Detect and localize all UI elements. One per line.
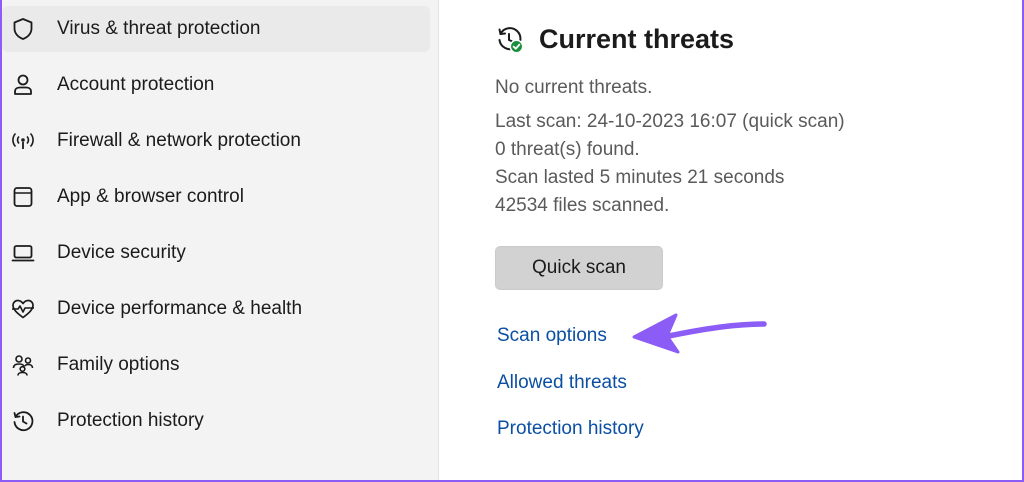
quick-scan-button[interactable]: Quick scan bbox=[495, 246, 663, 290]
scan-duration: Scan lasted 5 minutes 21 seconds bbox=[495, 167, 785, 188]
page-title: Current threats bbox=[539, 24, 735, 54]
scan-history-check-icon bbox=[495, 25, 525, 55]
threats-found-count: 0 threat(s) found. bbox=[495, 139, 640, 160]
allowed-threats-link[interactable]: Allowed threats bbox=[497, 372, 627, 394]
sidebar-item-account-protection[interactable]: Account protection bbox=[2, 62, 430, 108]
sidebar-item-label: Device security bbox=[57, 242, 186, 263]
sidebar-item-firewall-network-protection[interactable]: Firewall & network protection bbox=[2, 118, 430, 164]
threat-status: No current threats. bbox=[495, 77, 653, 98]
last-scan-info: Last scan: 24-10-2023 16:07 (quick scan) bbox=[495, 111, 845, 132]
sidebar-item-label: Family options bbox=[57, 354, 180, 375]
sidebar-item-virus-threat-protection[interactable]: Virus & threat protection bbox=[2, 6, 430, 52]
wireless-antenna-icon bbox=[10, 128, 36, 154]
annotation-arrow bbox=[632, 313, 767, 354]
laptop-icon bbox=[10, 240, 36, 266]
sidebar: Virus & threat protection Account protec… bbox=[2, 0, 438, 480]
app-window: Virus & threat protection Account protec… bbox=[0, 0, 1024, 482]
sidebar-item-device-security[interactable]: Device security bbox=[2, 230, 430, 276]
main-pane: Current threats No current threats. Last… bbox=[439, 0, 1022, 480]
sidebar-item-label: Device performance & health bbox=[57, 298, 303, 319]
sidebar-item-label: Protection history bbox=[57, 410, 204, 431]
person-icon bbox=[10, 72, 36, 98]
heart-pulse-icon bbox=[10, 296, 36, 322]
shield-icon bbox=[10, 16, 36, 42]
family-icon bbox=[10, 352, 36, 378]
app-window-icon bbox=[10, 184, 36, 210]
scan-options-link[interactable]: Scan options bbox=[497, 325, 607, 347]
sidebar-item-app-browser-control[interactable]: App & browser control bbox=[2, 174, 430, 220]
sidebar-item-label: Firewall & network protection bbox=[57, 130, 301, 151]
files-scanned-count: 42534 files scanned. bbox=[495, 195, 670, 216]
sidebar-item-family-options[interactable]: Family options bbox=[2, 342, 430, 388]
sidebar-item-label: App & browser control bbox=[57, 186, 244, 207]
sidebar-item-label: Account protection bbox=[57, 74, 215, 95]
sidebar-item-label: Virus & threat protection bbox=[57, 18, 261, 39]
sidebar-item-device-performance-health[interactable]: Device performance & health bbox=[2, 286, 430, 332]
sidebar-item-protection-history[interactable]: Protection history bbox=[2, 398, 430, 444]
history-clock-icon bbox=[10, 408, 36, 434]
protection-history-link[interactable]: Protection history bbox=[497, 418, 644, 440]
